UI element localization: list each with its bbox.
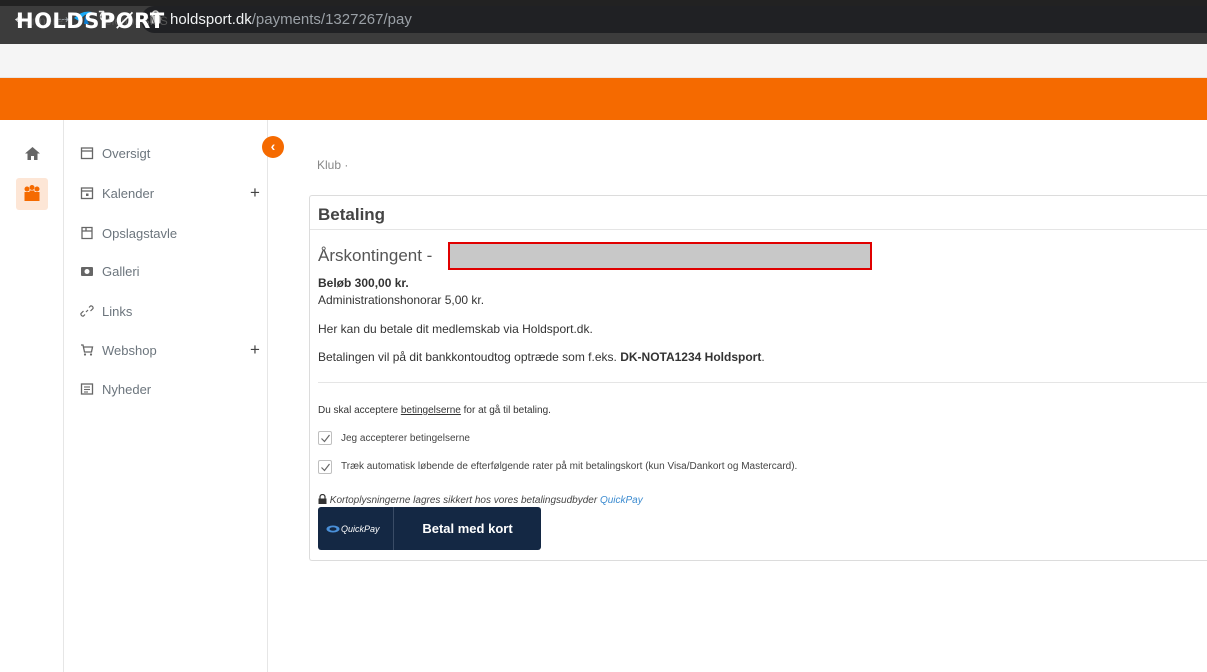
collapse-sidebar-button[interactable]: ‹ bbox=[262, 136, 284, 158]
auto-charge-checkbox[interactable] bbox=[318, 460, 332, 474]
expand-plus-icon[interactable]: + bbox=[250, 183, 260, 203]
sidebar-item-label: Kalender bbox=[102, 186, 155, 201]
sidebar-item-label: Webshop bbox=[102, 343, 157, 358]
sidebar-item-galleri[interactable]: Galleri bbox=[80, 264, 265, 284]
accept-terms-checkbox[interactable] bbox=[318, 431, 332, 445]
app-header bbox=[0, 78, 1207, 120]
divider bbox=[318, 382, 1207, 383]
sidebar-item-opslagstavle[interactable]: Opslagstavle bbox=[80, 226, 265, 246]
admin-fee-text: Administrationshonorar 5,00 kr. bbox=[318, 293, 485, 307]
calendar-icon bbox=[80, 147, 94, 160]
sidebar-item-links[interactable]: Links bbox=[80, 304, 265, 324]
holdsport-logo[interactable]: HOLDSPØRT bbox=[16, 9, 165, 33]
calendar-plus-icon bbox=[80, 187, 94, 200]
sidebar-item-label: Oversigt bbox=[102, 146, 151, 161]
amount-text: Beløb 300,00 kr. bbox=[318, 276, 409, 290]
auto-charge-label[interactable]: Træk automatisk løbende de efterfølgende… bbox=[341, 461, 797, 472]
card-title: Betaling bbox=[318, 205, 386, 224]
partner-bar bbox=[0, 44, 1207, 78]
url-text[interactable]: holdsport.dk/payments/1327267/pay bbox=[170, 11, 412, 28]
sidebar-item-kalender[interactable]: Kalender + bbox=[80, 183, 265, 206]
check-icon bbox=[321, 463, 330, 472]
accept-terms-label[interactable]: Jeg accepterer betingelserne bbox=[341, 433, 470, 444]
sidebar-item-label: Opslagstavle bbox=[102, 226, 178, 241]
fee-title: Årskontingent - bbox=[318, 246, 433, 265]
sidebar-item-webshop[interactable]: Webshop + bbox=[80, 340, 265, 363]
quickpay-icon bbox=[326, 525, 340, 533]
divider bbox=[310, 229, 1207, 230]
home-icon[interactable] bbox=[24, 146, 41, 161]
secure-storage-note: Kortoplysningerne lagres sikkert hos vor… bbox=[318, 493, 643, 506]
news-icon bbox=[80, 383, 94, 395]
check-icon bbox=[321, 434, 330, 443]
sidebar-item-label: Nyheder bbox=[102, 382, 152, 397]
sidebar-item-oversigt[interactable]: Oversigt bbox=[80, 146, 265, 166]
payment-description: Her kan du betale dit medlemskab via Hol… bbox=[318, 322, 593, 336]
cart-icon bbox=[81, 344, 94, 356]
quickpay-logo: QuickPay bbox=[318, 507, 394, 550]
expand-plus-icon[interactable]: + bbox=[250, 340, 260, 360]
pay-button-label[interactable]: Betal med kort bbox=[394, 507, 541, 550]
redacted-club-name bbox=[448, 242, 872, 270]
breadcrumb[interactable]: Klub · bbox=[317, 158, 348, 172]
sidebar-item-label: Links bbox=[102, 304, 133, 319]
statement-description: Betalingen vil på dit bankkontoudtog opt… bbox=[318, 350, 765, 364]
club-icon[interactable] bbox=[16, 178, 48, 210]
terms-note: Du skal acceptere betingelserne for at g… bbox=[318, 405, 551, 416]
link-icon bbox=[80, 305, 94, 317]
sidebar-item-nyheder[interactable]: Nyheder bbox=[80, 382, 265, 402]
sidebar-item-label: Galleri bbox=[102, 264, 140, 279]
terms-link[interactable]: betingelserne bbox=[401, 405, 461, 416]
quickpay-link[interactable]: QuickPay bbox=[600, 495, 643, 506]
lock-icon bbox=[318, 493, 327, 504]
camera-icon bbox=[81, 267, 93, 276]
note-icon bbox=[81, 226, 93, 240]
